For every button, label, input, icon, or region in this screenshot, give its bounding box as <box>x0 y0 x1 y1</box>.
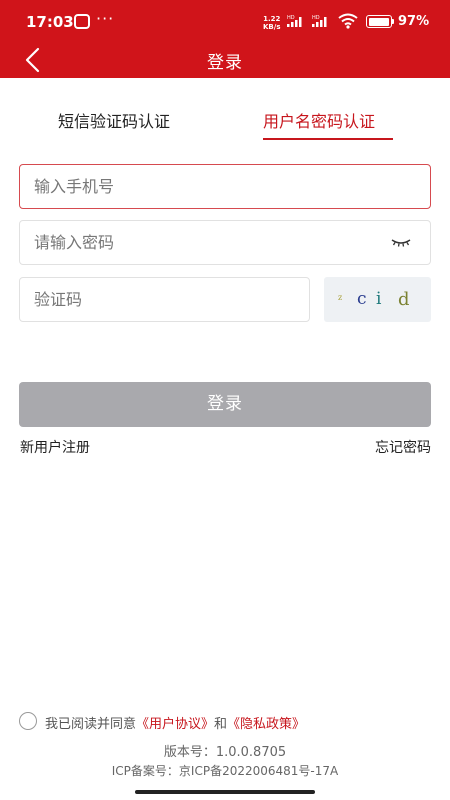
nav-bar: 登录 <box>0 42 450 78</box>
login-button[interactable]: 登录 <box>19 382 431 427</box>
status-time: 17:03 <box>26 13 74 31</box>
svg-text:HD: HD <box>287 15 295 21</box>
home-indicator[interactable] <box>135 790 315 794</box>
battery-percent: 97% <box>398 14 430 29</box>
captcha-char: z <box>338 293 343 302</box>
password-input[interactable] <box>34 221 362 264</box>
network-speed-value: 1.22 <box>263 15 281 23</box>
password-field[interactable] <box>19 220 431 265</box>
phone-field[interactable] <box>19 164 431 209</box>
agreement-conj: 和 <box>214 717 228 732</box>
wifi-icon <box>338 13 358 29</box>
agreement-prefix: 我已阅读并同意 <box>45 717 137 732</box>
svg-text:HD: HD <box>312 15 320 21</box>
privacy-policy-link[interactable]: 《隐私政策》 <box>227 717 305 732</box>
signal-icon: HD <box>287 15 302 27</box>
captcha-image[interactable]: z c i d <box>324 277 431 322</box>
app-notification-icon <box>74 14 90 29</box>
register-link[interactable]: 新用户注册 <box>20 437 90 457</box>
network-speed: 1.22 KB/s <box>263 15 280 31</box>
captcha-char: c <box>357 289 367 309</box>
phone-input[interactable] <box>34 165 362 208</box>
page-title: 登录 <box>207 53 243 73</box>
eye-closed-icon[interactable] <box>390 236 412 250</box>
captcha-input[interactable] <box>34 278 266 321</box>
version-text: 版本号：1.0.0.8705 <box>163 745 287 760</box>
signal-icon-2: HD <box>312 15 327 27</box>
captcha-field[interactable] <box>19 277 310 322</box>
tab-active-indicator <box>263 138 393 140</box>
network-speed-unit: KB/s <box>263 23 281 31</box>
tab-password-login[interactable]: 用户名密码认证 <box>263 108 375 132</box>
battery-cap <box>392 19 394 24</box>
icp-text: ICP备案号：京ICP备2022006481号-17A <box>111 764 339 778</box>
tab-sms-verification[interactable]: 短信验证码认证 <box>58 108 170 132</box>
agree-radio[interactable] <box>19 712 37 730</box>
status-bar: 17:03 ··· 1.22 KB/s HD HD 97% <box>0 0 450 42</box>
battery-icon <box>366 15 392 28</box>
forgot-password-link[interactable]: 忘记密码 <box>375 437 431 457</box>
agreement-text: 我已阅读并同意《用户协议》和《隐私政策》 <box>45 713 305 732</box>
user-agreement-link[interactable]: 《用户协议》 <box>136 717 214 732</box>
captcha-char: d <box>398 289 410 310</box>
captcha-char: i <box>376 289 382 309</box>
more-notifications-icon: ··· <box>96 9 115 28</box>
agreement-row: 我已阅读并同意《用户协议》和《隐私政策》 <box>19 712 439 732</box>
